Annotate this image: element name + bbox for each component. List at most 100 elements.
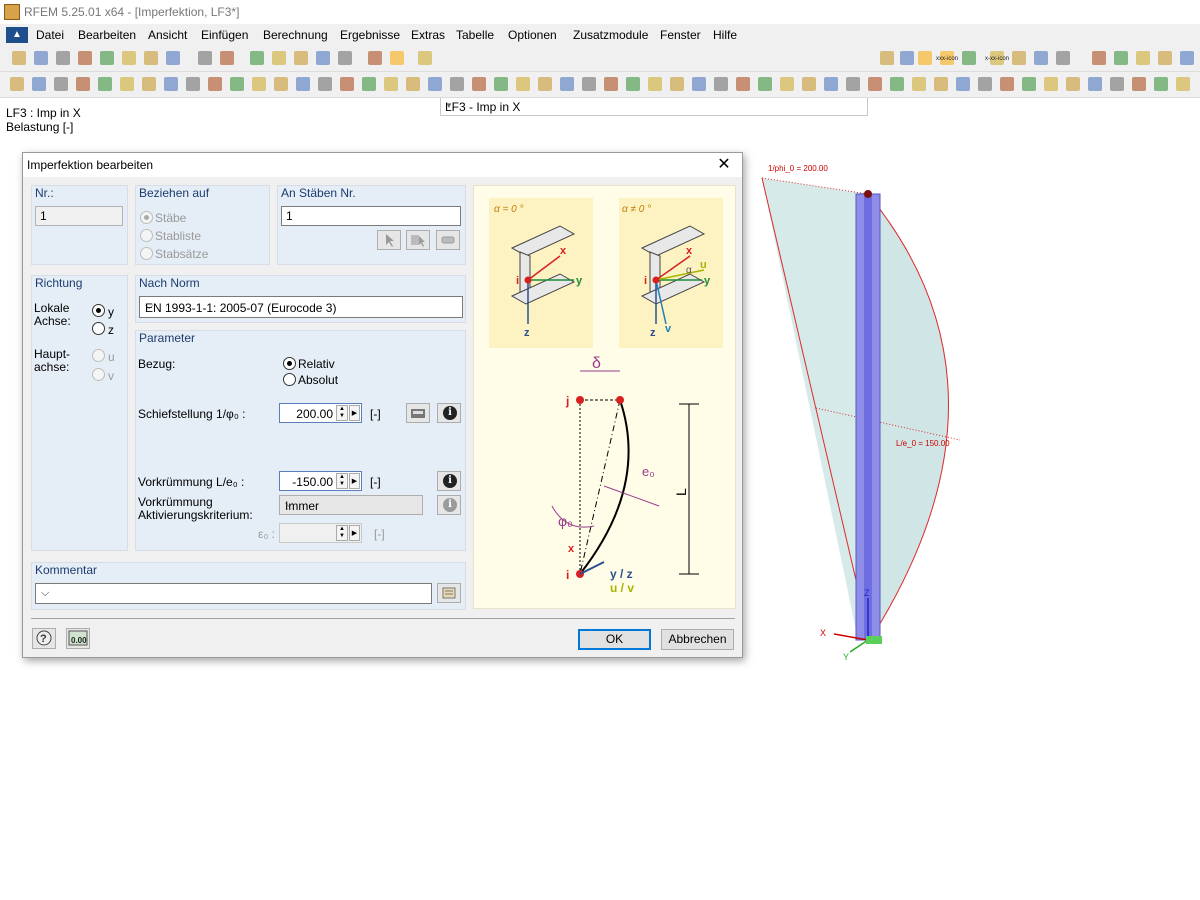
menu-extras[interactable]: Extras bbox=[411, 28, 445, 42]
toolbar-icon[interactable] bbox=[962, 51, 976, 65]
radio-axis-z[interactable] bbox=[92, 322, 105, 335]
toolbar-icon[interactable] bbox=[472, 77, 486, 91]
toolbar-icon[interactable] bbox=[494, 77, 508, 91]
app-logo-icon[interactable]: ▲ bbox=[6, 27, 28, 43]
toolbar-icon[interactable] bbox=[648, 77, 662, 91]
toolbar-icon[interactable] bbox=[198, 51, 212, 65]
menu-ansicht[interactable]: Ansicht bbox=[148, 28, 187, 42]
toolbar-icon[interactable] bbox=[418, 51, 432, 65]
toolbar-icon[interactable] bbox=[1114, 51, 1128, 65]
radio-axis-u[interactable] bbox=[92, 349, 105, 362]
toolbar-icon[interactable] bbox=[230, 77, 244, 91]
radio-axis-y[interactable] bbox=[92, 304, 105, 317]
menu-bearbeiten[interactable]: Bearbeiten bbox=[78, 28, 136, 42]
toolbar-icon[interactable] bbox=[1012, 51, 1026, 65]
radio-stabsaetze[interactable] bbox=[140, 247, 153, 260]
toolbar-icon[interactable] bbox=[1034, 51, 1048, 65]
aktivierung-select[interactable]: Immer ⌵ bbox=[279, 495, 423, 515]
toolbar-icon[interactable] bbox=[824, 77, 838, 91]
menu-einfuegen[interactable]: Einfügen bbox=[201, 28, 248, 42]
spin-updown-icon[interactable]: ▲ ▼ bbox=[336, 525, 348, 541]
toolbar-icon[interactable] bbox=[560, 77, 574, 91]
staebe-field[interactable]: 1 bbox=[281, 206, 461, 226]
toolbar-icon[interactable] bbox=[362, 77, 376, 91]
toolbar-icon[interactable] bbox=[164, 77, 178, 91]
toolbar-icon[interactable] bbox=[100, 51, 114, 65]
toolbar-icon[interactable] bbox=[1022, 77, 1036, 91]
toolbar-icon[interactable] bbox=[98, 77, 112, 91]
toolbar-icon[interactable] bbox=[76, 77, 90, 91]
menu-ergebnisse[interactable]: Ergebnisse bbox=[340, 28, 400, 42]
toolbar-icon[interactable] bbox=[340, 77, 354, 91]
toolbar-icon[interactable] bbox=[78, 51, 92, 65]
toolbar-icon[interactable] bbox=[900, 51, 914, 65]
toolbar-icon[interactable] bbox=[1180, 51, 1194, 65]
aktivierung-info-button[interactable]: i bbox=[437, 495, 461, 515]
menu-tabelle[interactable]: Tabelle bbox=[456, 28, 494, 42]
toolbar-icon[interactable] bbox=[934, 77, 948, 91]
pick-member-button[interactable] bbox=[377, 230, 401, 250]
toolbar-icon[interactable] bbox=[368, 51, 382, 65]
vorkruemmung-input[interactable]: -150.00 ▲ ▼ ▶ bbox=[279, 471, 362, 491]
spin-updown-icon[interactable]: ▲ ▼ bbox=[336, 473, 348, 489]
clear-member-button[interactable] bbox=[436, 230, 460, 250]
toolbar-icon[interactable] bbox=[1000, 77, 1014, 91]
radio-absolut[interactable] bbox=[283, 373, 296, 386]
toolbar-icon[interactable] bbox=[450, 77, 464, 91]
toolbar-icon[interactable] bbox=[166, 51, 180, 65]
radio-axis-v[interactable] bbox=[92, 368, 105, 381]
toolbar-icon[interactable] bbox=[32, 77, 46, 91]
toolbar-icon[interactable] bbox=[978, 77, 992, 91]
top-node[interactable] bbox=[864, 190, 872, 198]
toolbar-icon[interactable] bbox=[34, 51, 48, 65]
toolbar-icon[interactable] bbox=[604, 77, 618, 91]
help-button[interactable]: ? bbox=[32, 628, 56, 649]
toolbar-icon[interactable] bbox=[1136, 51, 1150, 65]
toolbar-icon[interactable] bbox=[516, 77, 530, 91]
toolbar-icon[interactable] bbox=[582, 77, 596, 91]
menu-hilfe[interactable]: Hilfe bbox=[713, 28, 737, 42]
e0-input[interactable]: ▲ ▼ ▶ bbox=[279, 523, 362, 543]
toolbar-icon[interactable] bbox=[220, 51, 234, 65]
toolbar-icon[interactable] bbox=[880, 51, 894, 65]
toolbar-icon[interactable] bbox=[714, 77, 728, 91]
menu-optionen[interactable]: Optionen bbox=[508, 28, 557, 42]
toolbar-icon[interactable] bbox=[122, 51, 136, 65]
toolbar-icon[interactable] bbox=[918, 51, 932, 65]
toolbar-icon[interactable] bbox=[692, 77, 706, 91]
toolbar-icon[interactable] bbox=[274, 77, 288, 91]
menu-fenster[interactable]: Fenster bbox=[660, 28, 701, 42]
toolbar-icon[interactable] bbox=[12, 51, 26, 65]
toolbar-icon[interactable] bbox=[56, 51, 70, 65]
norm-calc-button[interactable] bbox=[406, 403, 430, 423]
toolbar-icon[interactable] bbox=[252, 77, 266, 91]
toolbar-icon[interactable] bbox=[10, 77, 24, 91]
toolbar-icon[interactable] bbox=[142, 77, 156, 91]
toolbar-icon[interactable] bbox=[1056, 51, 1070, 65]
toolbar-icon[interactable] bbox=[384, 77, 398, 91]
model-view[interactable]: 1/phi_0 = 200.00 L/e_0 = 150.00 X Y Z bbox=[748, 150, 978, 670]
toolbar-icon[interactable] bbox=[318, 77, 332, 91]
menu-datei[interactable]: Datei bbox=[36, 28, 64, 42]
schiefstellung-input[interactable]: 200.00 ▲ ▼ ▶ bbox=[279, 403, 362, 423]
toolbar-icon[interactable] bbox=[1044, 77, 1058, 91]
toolbar-icon[interactable] bbox=[390, 51, 404, 65]
spin-right-icon[interactable]: ▶ bbox=[349, 405, 360, 421]
toolbar-icon[interactable] bbox=[250, 51, 264, 65]
spin-updown-icon[interactable]: ▲ ▼ bbox=[336, 405, 348, 421]
toolbar-icon[interactable] bbox=[1088, 77, 1102, 91]
toolbar-icon[interactable] bbox=[406, 77, 420, 91]
toolbar-icon[interactable] bbox=[1092, 51, 1106, 65]
toolbar-icon[interactable] bbox=[736, 77, 750, 91]
toolbar-icon[interactable] bbox=[846, 77, 860, 91]
spin-right-icon[interactable]: ▶ bbox=[349, 473, 360, 489]
toolbar-icon[interactable] bbox=[802, 77, 816, 91]
menu-berechnung[interactable]: Berechnung bbox=[263, 28, 328, 42]
toolbar-icon[interactable] bbox=[890, 77, 904, 91]
toolbar-icon[interactable] bbox=[1132, 77, 1146, 91]
kommentar-input[interactable]: ⌵ bbox=[35, 583, 432, 604]
load-case-combo[interactable]: LF3 - Imp in X ▼ bbox=[440, 96, 868, 116]
toolbar-icon[interactable] bbox=[208, 77, 222, 91]
toolbar-icon[interactable] bbox=[272, 51, 286, 65]
radio-staebe[interactable] bbox=[140, 211, 153, 224]
